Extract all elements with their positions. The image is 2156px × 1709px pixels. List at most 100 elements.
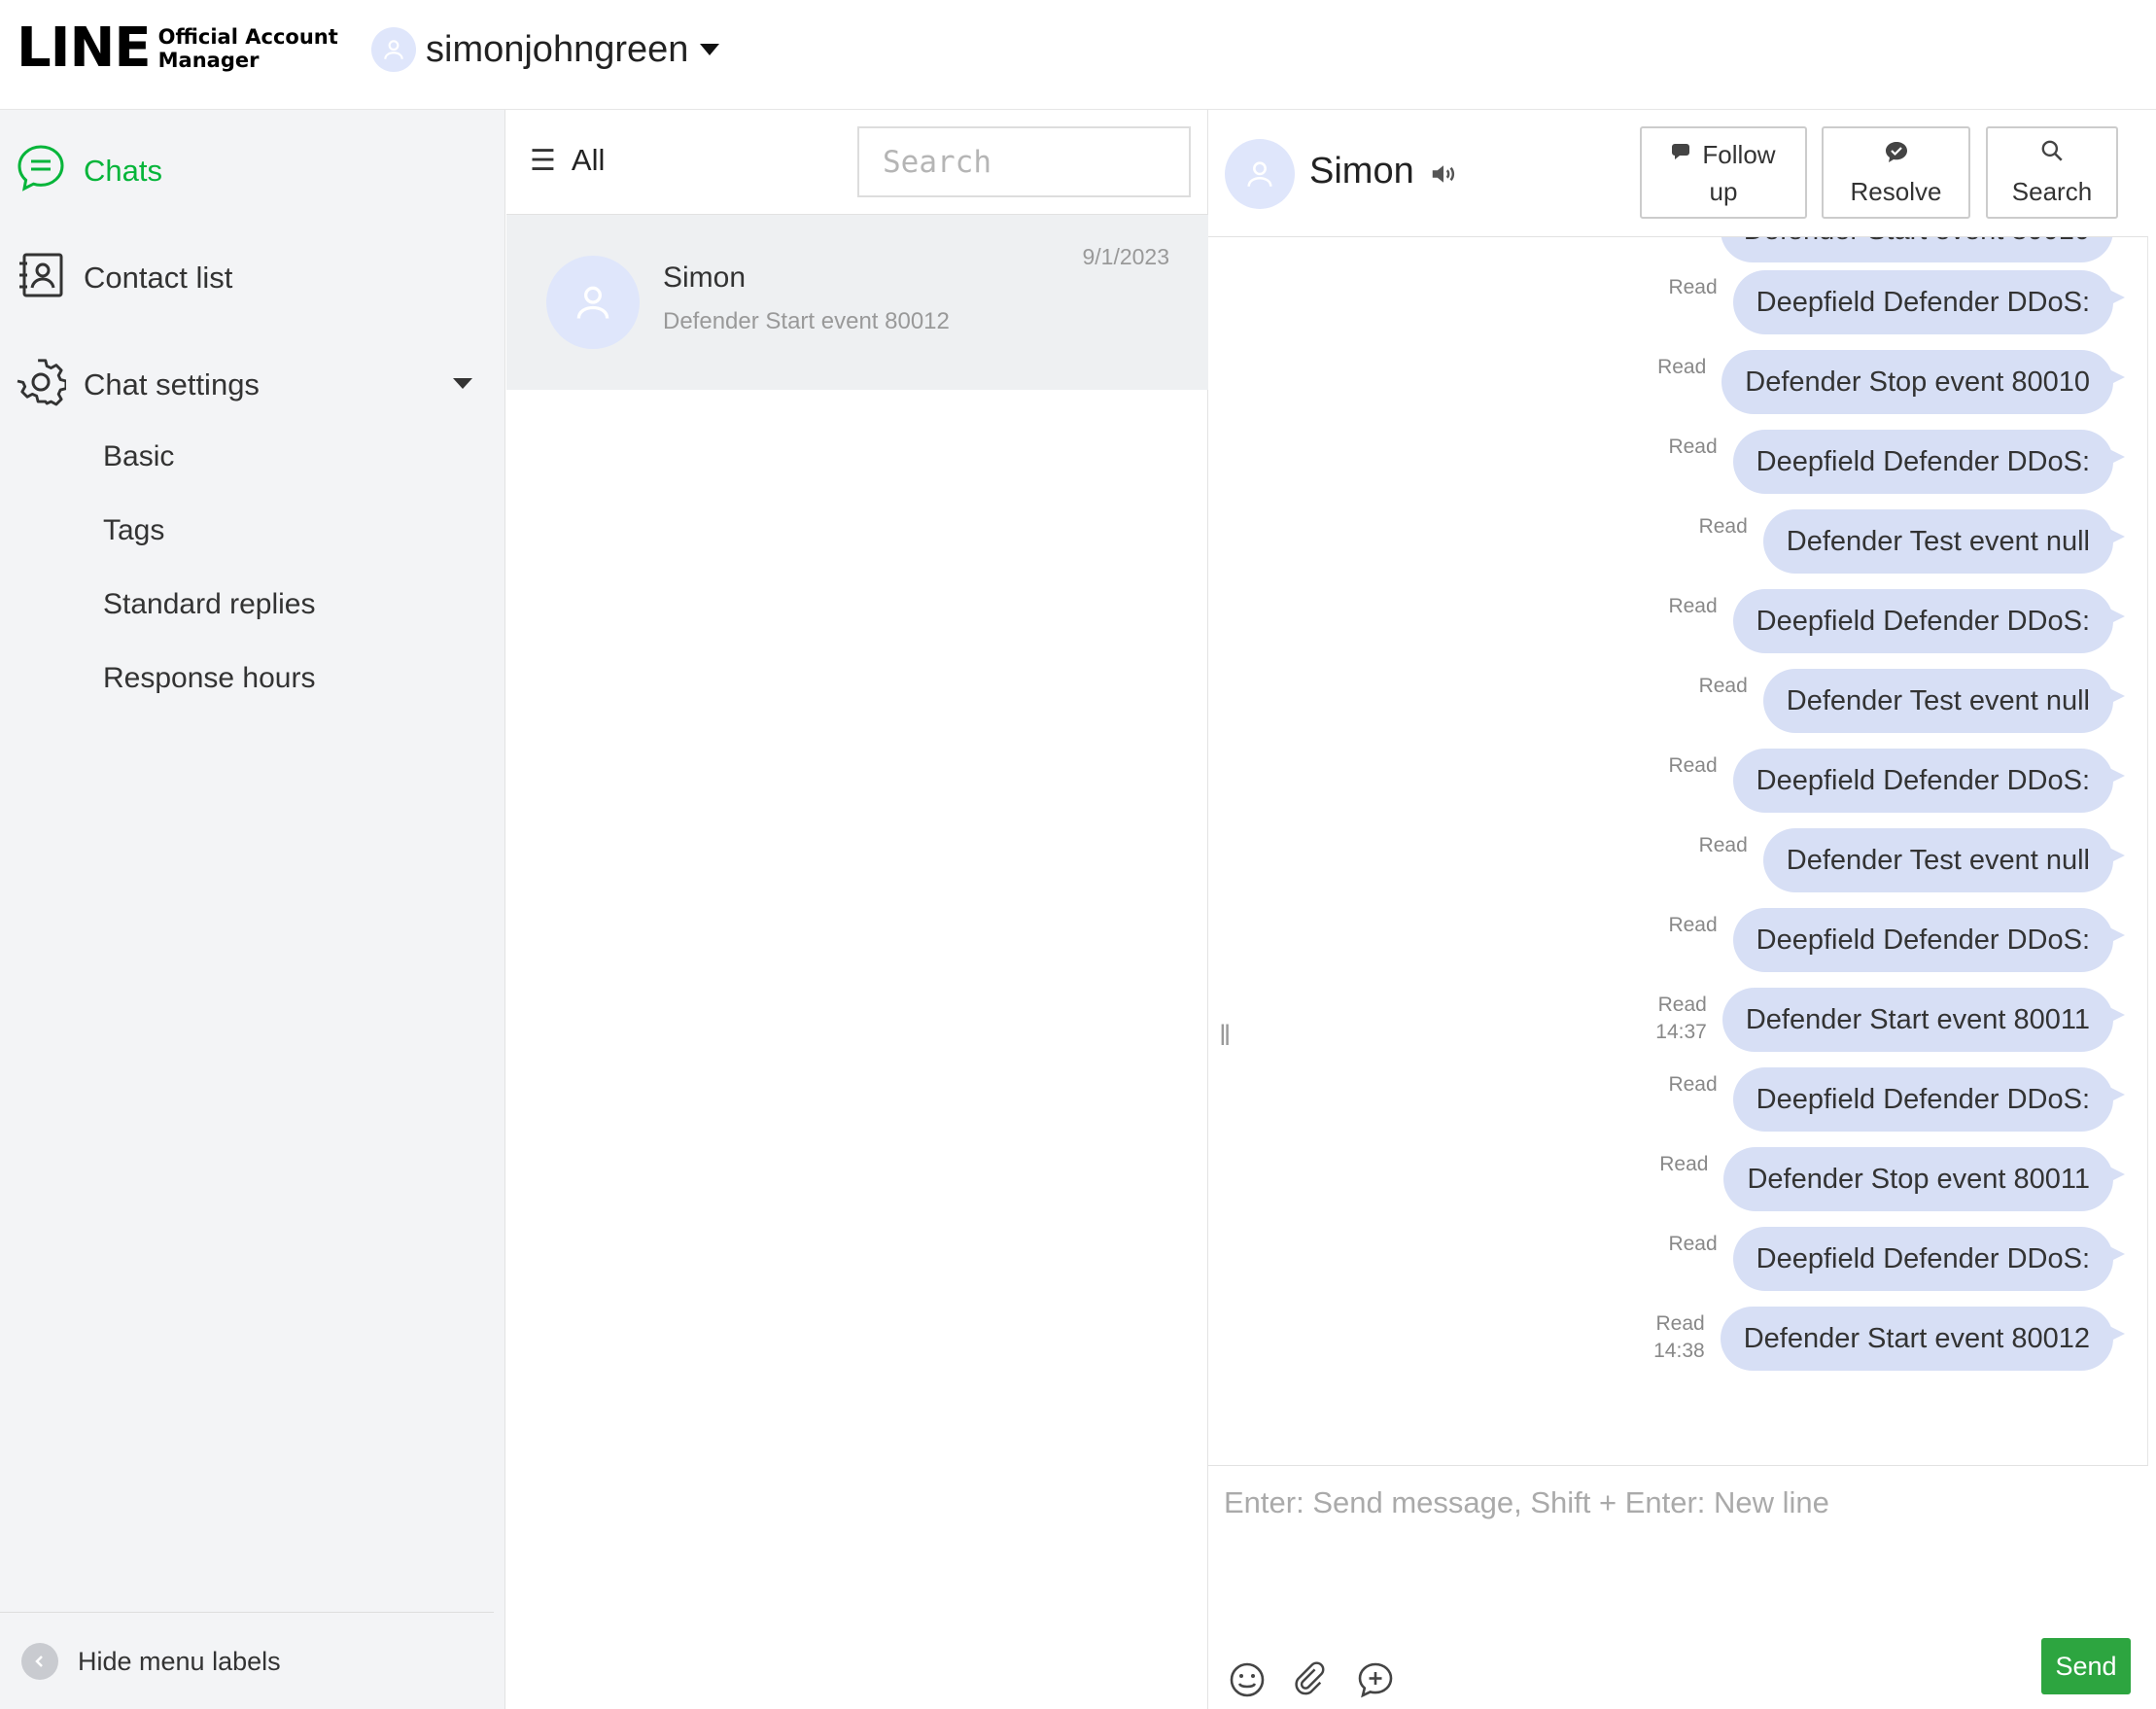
filter-dropdown[interactable]: ☰ All — [530, 143, 605, 178]
message-read-status: Read — [1699, 673, 1748, 700]
message-row: Read Deepfield Defender DDoS: — [1668, 430, 2126, 494]
message-read-status: Read — [1668, 1071, 1717, 1099]
message-row: Read Defender Test event null — [1699, 828, 2126, 892]
read-status-label: Read — [1668, 914, 1718, 936]
sidebar-item-chats[interactable]: Chats — [16, 143, 162, 198]
speaker-icon[interactable] — [1429, 159, 1458, 193]
pane-resize-handle[interactable]: ‖ — [1219, 1020, 1231, 1053]
follow-up-icon — [1671, 136, 1694, 173]
sidebar-item-contact-list[interactable]: Contact list — [16, 250, 232, 305]
message-read-status: Read — [1659, 1151, 1708, 1178]
account-avatar-icon — [371, 27, 416, 72]
hide-menu-labels-label: Hide menu labels — [78, 1646, 281, 1676]
sidebar-divider — [0, 1612, 494, 1613]
message-read-status: Read — [1668, 434, 1717, 461]
message-bubble[interactable]: Deepfield Defender DDoS: — [1732, 908, 2126, 972]
logo-subtitle: Official Account Manager — [157, 25, 338, 72]
message-time: 14:37 — [1655, 1021, 1707, 1043]
message-read-status: Read — [1668, 274, 1717, 301]
message-read-status: Read 14:38 — [1653, 1310, 1705, 1365]
gear-icon — [16, 357, 68, 412]
settings-response-hours-link[interactable]: Response hours — [103, 662, 315, 695]
add-template-icon[interactable] — [1356, 1660, 1395, 1704]
read-status-label: Read — [1668, 1233, 1718, 1255]
message-bubble[interactable]: Deepfield Defender DDoS: — [1732, 589, 2126, 653]
message-bubble[interactable]: Deepfield Defender DDoS: — [1732, 749, 2126, 813]
message-row: Read Defender Test event null — [1699, 669, 2126, 733]
filter-label: All — [571, 143, 606, 177]
read-status-label: Read — [1668, 754, 1718, 777]
contact-avatar-icon — [546, 256, 640, 349]
read-status-label: Read — [1657, 356, 1707, 378]
message-list[interactable]: Defender Start event 80010 Read Deepfield… — [1208, 237, 2148, 1465]
read-status-label: Read — [1698, 675, 1748, 697]
follow-up-label-line2: up — [1709, 176, 1738, 206]
message-bubble[interactable]: Deepfield Defender DDoS: — [1732, 1227, 2126, 1291]
message-row: Defender Start event 80010 — [1720, 237, 2113, 262]
caret-down-icon — [700, 44, 720, 55]
chevron-left-icon — [21, 1643, 58, 1680]
emoji-icon[interactable] — [1228, 1660, 1267, 1704]
search-label: Search — [2011, 176, 2093, 206]
message-bubble[interactable]: Defender Start event 80010 — [1720, 237, 2113, 262]
message-row: Read Defender Test event null — [1699, 509, 2126, 574]
chat-pane: Simon Follow up Resolve Search Defender … — [1208, 110, 2148, 1709]
message-bubble[interactable]: Deepfield Defender DDoS: — [1732, 430, 2126, 494]
sidebar-item-label: Contact list — [84, 260, 233, 295]
read-status-label: Read — [1668, 1073, 1718, 1096]
settings-basic-link[interactable]: Basic — [103, 440, 174, 473]
message-bubble[interactable]: Defender Stop event 80011 — [1723, 1147, 2125, 1211]
message-input[interactable] — [1224, 1485, 2128, 1602]
read-status-label: Read — [1659, 1153, 1709, 1175]
message-read-status: Read — [1699, 832, 1748, 859]
logo-wordmark: LINE — [17, 17, 152, 80]
hide-menu-labels-button[interactable]: Hide menu labels — [21, 1643, 281, 1680]
message-bubble[interactable]: Defender Start event 80012 — [1720, 1307, 2126, 1371]
message-row: Read Defender Stop event 80011 — [1659, 1147, 2125, 1211]
conversation-date: 9/1/2023 — [1082, 244, 1169, 269]
message-row: Read Deepfield Defender DDoS: — [1668, 1067, 2126, 1132]
resolve-button[interactable]: Resolve — [1822, 126, 1970, 219]
message-bubble[interactable]: Deepfield Defender DDoS: — [1732, 1067, 2126, 1132]
message-read-status: Read — [1668, 1231, 1717, 1258]
message-row: Read Deepfield Defender DDoS: — [1668, 908, 2126, 972]
read-status-label: Read — [1668, 276, 1718, 298]
settings-standard-replies-link[interactable]: Standard replies — [103, 588, 315, 621]
account-switcher[interactable]: simonjohngreen — [371, 27, 720, 72]
follow-up-button[interactable]: Follow up — [1640, 126, 1807, 219]
chat-search-input[interactable] — [857, 126, 1191, 197]
message-bubble[interactable]: Defender Test event null — [1762, 828, 2126, 892]
chat-contact-name: Simon — [1309, 151, 1414, 192]
message-read-status: Read — [1668, 593, 1717, 620]
message-read-status: Read 14:37 — [1655, 992, 1707, 1046]
send-button[interactable]: Send — [2041, 1638, 2131, 1694]
sidebar-item-chat-settings[interactable]: Chat settings — [16, 357, 472, 412]
message-read-status: Read — [1699, 513, 1748, 541]
message-read-status: Read — [1668, 912, 1717, 939]
conversation-name: Simon — [663, 262, 747, 294]
message-row: Read Deepfield Defender DDoS: — [1668, 589, 2126, 653]
resolve-label: Resolve — [1850, 176, 1942, 206]
read-status-label: Read — [1698, 515, 1748, 538]
message-bubble[interactable]: Defender Test event null — [1762, 669, 2126, 733]
read-status-label: Read — [1657, 994, 1707, 1016]
contact-avatar-icon[interactable] — [1225, 139, 1295, 209]
message-read-status: Read — [1657, 354, 1706, 381]
chat-list-header: ☰ All — [506, 110, 1208, 215]
message-bubble[interactable]: Defender Start event 80011 — [1721, 988, 2126, 1052]
menu-lines-icon: ☰ — [530, 144, 556, 177]
paperclip-icon[interactable] — [1292, 1660, 1331, 1704]
settings-tags-link[interactable]: Tags — [103, 514, 164, 547]
message-row: Read 14:38 Defender Start event 80012 — [1653, 1307, 2126, 1371]
message-row: Read 14:37 Defender Start event 80011 — [1655, 988, 2126, 1052]
top-header: LINE Official Account Manager simonjohng… — [0, 0, 2156, 110]
message-bubble[interactable]: Defender Test event null — [1762, 509, 2126, 574]
line-oam-logo[interactable]: LINE Official Account Manager — [17, 21, 338, 76]
account-name: simonjohngreen — [426, 28, 689, 70]
conversation-item[interactable]: Simon Defender Start event 80012 9/1/202… — [506, 215, 1208, 390]
message-bubble[interactable]: Deepfield Defender DDoS: — [1732, 270, 2126, 334]
chat-list-panel: ☰ All Simon Defender Start event 80012 9… — [506, 110, 1208, 1709]
message-bubble[interactable]: Defender Stop event 80010 — [1721, 350, 2125, 414]
search-messages-button[interactable]: Search — [1986, 126, 2118, 219]
message-row: Read Deepfield Defender DDoS: — [1668, 1227, 2126, 1291]
